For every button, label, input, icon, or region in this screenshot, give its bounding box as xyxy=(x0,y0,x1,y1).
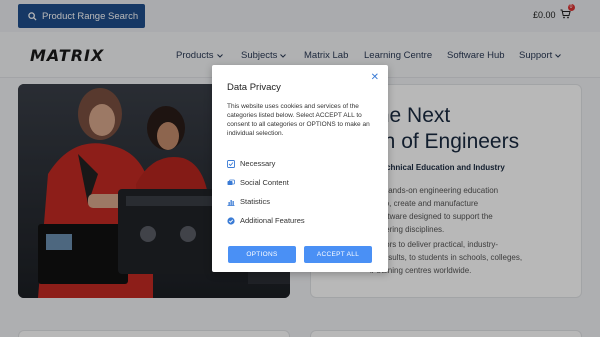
category-necessary[interactable]: Necessary xyxy=(227,159,275,168)
close-icon[interactable]: ✕ xyxy=(371,72,379,83)
category-additional-features[interactable]: Additional Features xyxy=(227,216,305,225)
accept-all-button[interactable]: ACCEPT ALL xyxy=(304,246,372,263)
category-social-content[interactable]: Social Content xyxy=(227,178,289,187)
category-label: Necessary xyxy=(240,159,276,168)
modal-description: This website uses cookies and services o… xyxy=(227,103,370,137)
badge-check-icon xyxy=(227,216,235,225)
data-privacy-modal: ✕ Data Privacy This website uses cookies… xyxy=(212,65,388,272)
options-button[interactable]: OPTIONS xyxy=(228,246,296,263)
category-label: Statistics xyxy=(240,197,271,206)
category-label: Additional Features xyxy=(240,216,305,225)
modal-title: Data Privacy xyxy=(227,82,281,93)
bar-chart-icon xyxy=(227,199,235,206)
category-label: Social Content xyxy=(240,178,289,187)
users-icon xyxy=(227,179,235,185)
check-square-icon xyxy=(227,159,235,168)
category-statistics[interactable]: Statistics xyxy=(227,197,270,206)
